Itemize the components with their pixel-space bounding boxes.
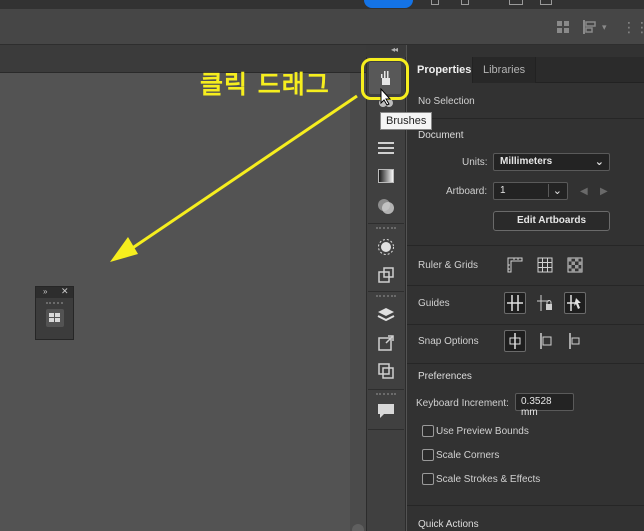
collapse-panels-icon[interactable]: ◂◂ — [391, 45, 398, 54]
panel-group-grip[interactable] — [376, 295, 396, 297]
panel-group-divider — [368, 429, 404, 430]
panel-group-divider — [368, 223, 404, 224]
brushes-tooltip: Brushes — [380, 112, 433, 130]
scale-corners-label[interactable]: Scale Corners — [436, 450, 499, 461]
preferences-heading: Preferences — [418, 371, 472, 382]
drag-handle[interactable] — [46, 302, 63, 304]
snap-to-pixel-icon[interactable] — [534, 330, 556, 352]
workspace-icon[interactable] — [509, 0, 523, 5]
document-section-heading: Document — [418, 130, 464, 141]
next-artboard-icon[interactable]: ▶ — [600, 186, 608, 197]
tab-libraries[interactable]: Libraries — [472, 57, 537, 83]
align-left-icon[interactable] — [582, 20, 598, 34]
snap-to-glyph-icon[interactable] — [564, 330, 586, 352]
artboard-dropdown[interactable]: 1 ⌄ — [493, 182, 568, 200]
grid-icon[interactable] — [534, 254, 556, 276]
vertical-scrollbar[interactable] — [350, 73, 366, 531]
section-divider — [407, 363, 644, 364]
scroll-button[interactable] — [352, 524, 364, 531]
tab-properties[interactable]: Properties — [407, 57, 482, 83]
chevron-down-icon[interactable]: ▾ — [602, 22, 607, 33]
chevron-down-icon: ⌄ — [547, 184, 562, 197]
show-guides-icon[interactable] — [504, 292, 526, 314]
mouse-cursor-icon — [380, 88, 392, 106]
artboard-value: 1 — [500, 185, 506, 196]
keyboard-increment-input[interactable]: 0.3528 mm — [515, 393, 574, 418]
smart-guides-icon[interactable] — [564, 292, 586, 314]
units-value: Millimeters — [500, 156, 553, 167]
gradient-panel-icon[interactable] — [374, 164, 398, 188]
use-preview-bounds-checkbox[interactable] — [422, 425, 434, 437]
share-button[interactable] — [364, 0, 413, 8]
export-asset-icon[interactable] — [374, 331, 398, 355]
more-options-icon[interactable]: ⋮⋮ — [622, 19, 644, 36]
artboard-label: Artboard: — [446, 186, 488, 197]
chevron-down-icon: ⌄ — [594, 156, 604, 168]
section-divider — [407, 324, 644, 325]
arrange-icon[interactable] — [431, 0, 439, 5]
scale-strokes-effects-label[interactable]: Scale Strokes & Effects — [436, 474, 540, 485]
panel-tab-bar: Properties Libraries — [407, 57, 644, 83]
transparency-grid-icon[interactable] — [564, 254, 586, 276]
panel-group-grip[interactable] — [376, 227, 396, 229]
snap-to-point-icon[interactable] — [504, 330, 526, 352]
section-divider — [407, 118, 644, 119]
comments-panel-icon[interactable] — [374, 399, 398, 423]
annotation-label: 클릭 드래그 — [200, 70, 330, 99]
use-preview-bounds-label[interactable]: Use Preview Bounds — [436, 426, 529, 437]
keyboard-increment-label: Keyboard Increment: — [416, 398, 509, 409]
section-divider — [407, 285, 644, 286]
align-grid-icon[interactable] — [557, 21, 569, 33]
close-icon[interactable]: ✕ — [61, 286, 69, 297]
swatch-grid-icon[interactable] — [46, 309, 64, 327]
units-dropdown[interactable]: Millimeters ⌄ — [493, 153, 610, 171]
panel-group-divider — [368, 291, 404, 292]
control-bar: ▾ ⋮⋮ — [0, 9, 644, 45]
search-icon[interactable] — [461, 0, 469, 5]
panel-group-divider — [368, 389, 404, 390]
graphic-styles-icon[interactable] — [374, 263, 398, 287]
expand-icon[interactable]: » — [43, 287, 47, 296]
ruler-grids-label: Ruler & Grids — [418, 260, 479, 271]
guides-label: Guides — [418, 298, 450, 309]
transparency-panel-icon[interactable] — [374, 194, 398, 218]
layout-icon[interactable] — [540, 0, 552, 5]
snap-options-label: Snap Options — [418, 336, 479, 347]
scale-strokes-effects-checkbox[interactable] — [422, 473, 434, 485]
section-divider — [407, 505, 644, 506]
panel-group-grip[interactable] — [376, 393, 396, 395]
previous-artboard-icon[interactable]: ◀ — [580, 186, 588, 197]
properties-panel: Properties Libraries No Selection Docume… — [407, 45, 644, 531]
section-divider — [407, 245, 644, 246]
units-label: Units: — [462, 157, 488, 168]
edit-artboards-button[interactable]: Edit Artboards — [493, 211, 610, 231]
selection-status: No Selection — [418, 96, 475, 107]
appearance-panel-icon[interactable] — [374, 235, 398, 259]
ruler-icon[interactable] — [504, 254, 526, 276]
layers-panel-icon[interactable] — [374, 303, 398, 327]
scale-corners-checkbox[interactable] — [422, 449, 434, 461]
stroke-panel-icon[interactable] — [374, 136, 398, 160]
floating-brushes-panel[interactable]: » ✕ — [35, 286, 74, 340]
quick-actions-heading: Quick Actions — [418, 519, 479, 530]
artboards-panel-icon[interactable] — [374, 359, 398, 383]
lock-guides-icon[interactable] — [534, 292, 556, 314]
app-bar — [0, 0, 644, 9]
floating-panel-header[interactable]: » ✕ — [36, 286, 73, 298]
panel-dock-header — [366, 45, 406, 57]
